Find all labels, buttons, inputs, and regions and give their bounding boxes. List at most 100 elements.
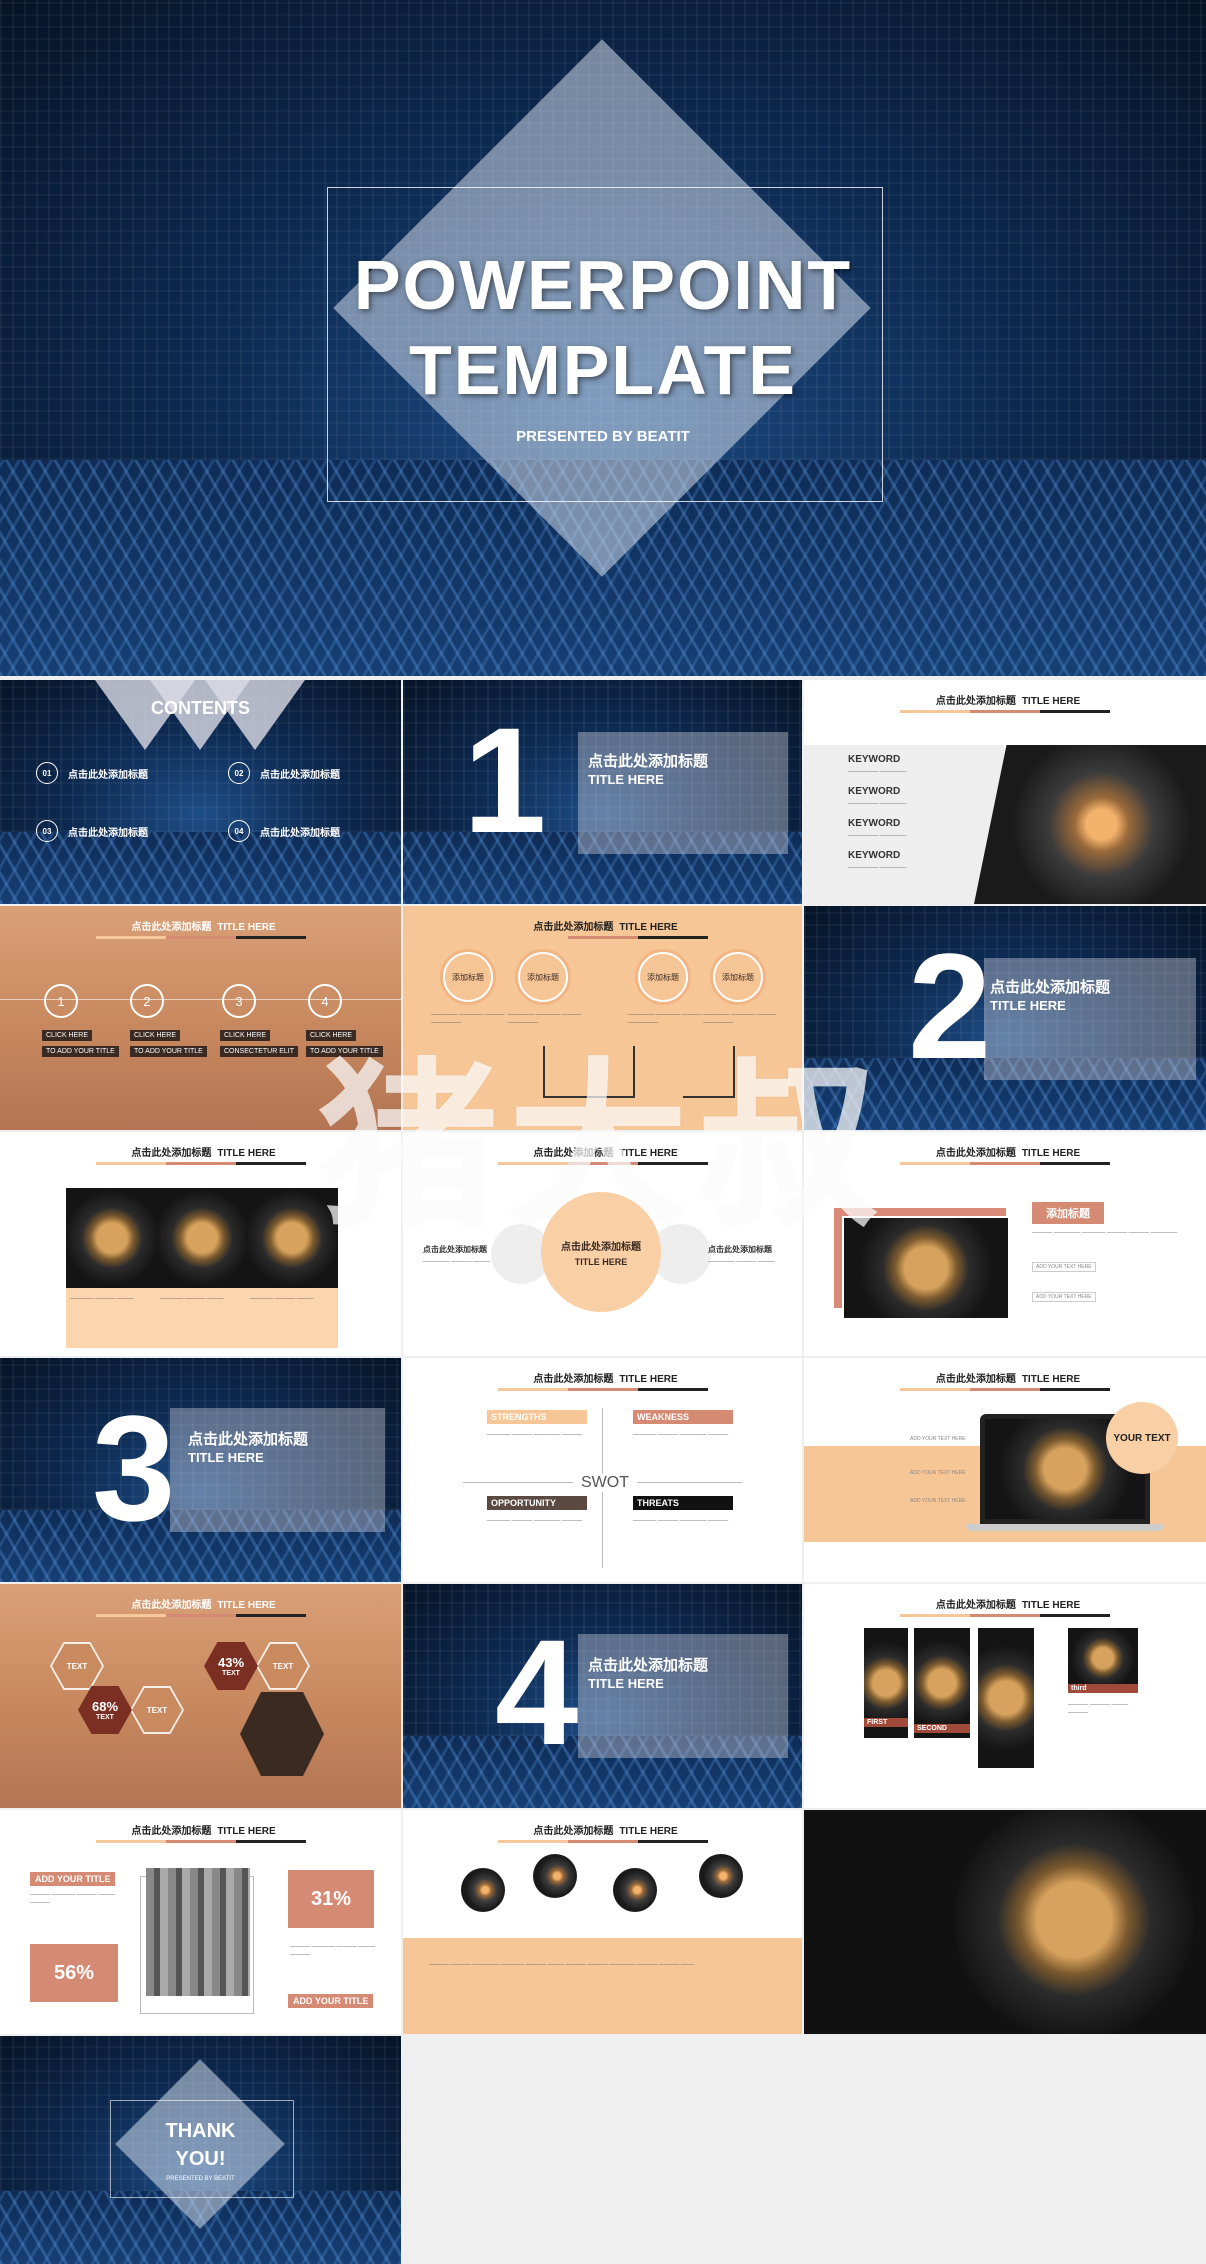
circle-badge: 添加标题	[638, 952, 688, 1002]
food-photo	[974, 745, 1206, 904]
step-click[interactable]: CLICK HERE	[130, 1030, 181, 1041]
contents-item-3[interactable]: 03 点击此处添加标题	[36, 820, 148, 842]
slide-header: 点击此处添加标题 TITLE HERE	[131, 1148, 276, 1159]
section-title-en: TITLE HERE	[990, 998, 1066, 1013]
section-number: 3	[92, 1384, 176, 1552]
slide-header: 点击此处添加标题 TITLE HERE	[131, 1600, 276, 1611]
contents-num: 01	[36, 762, 58, 784]
section-4-slide: 4 点击此处添加标题 TITLE HERE	[403, 1584, 802, 1808]
gallery-photo	[1068, 1628, 1138, 1688]
swot-threats: THREATS	[633, 1496, 733, 1510]
framed-photo	[842, 1216, 1010, 1320]
section-title-cn: 点击此处添加标题	[588, 1657, 709, 1674]
gallery-slide: 点击此处添加标题 TITLE HERE FIRST SECOND third __…	[804, 1584, 1206, 1808]
contents-item-4[interactable]: 04 点击此处添加标题	[228, 820, 340, 842]
slide-header: 点击此处添加标题 TITLE HERE	[533, 1374, 678, 1385]
step-circle: 4	[308, 984, 342, 1018]
section-title-cn: 点击此处添加标题	[188, 1431, 309, 1448]
gallery-photo	[914, 1628, 970, 1738]
section-1-slide: 1 点击此处添加标题 TITLE HERE	[403, 680, 802, 904]
stats-slide: 点击此处添加标题 TITLE HERE ADD YOUR TITLE ______…	[0, 1810, 401, 2034]
step-caption: TO ADD YOUR TITLE	[306, 1046, 383, 1057]
center-circle-slide: 点击此处添加标题 TITLE HERE 点击此处添加标题 TITLE HERE 点…	[403, 1132, 802, 1356]
timeline-slide: 点击此处添加标题 TITLE HERE ______ ______ _______…	[403, 1810, 802, 2034]
noodle-bowl-photo	[954, 1810, 1194, 2034]
timeline-photo	[533, 1854, 577, 1898]
section-title-en: TITLE HERE	[588, 772, 664, 787]
keyword-slide: 点击此处添加标题 TITLE HERE KEYWORD _________ ____…	[804, 680, 1206, 904]
slide-header: 点击此处添加标题 TITLE HERE	[935, 1374, 1081, 1385]
contents-label: 点击此处添加标题	[260, 769, 340, 781]
step-caption: CONSECTETUR ELIT	[220, 1046, 299, 1057]
slide-header: 点击此处添加标题 TITLE HERE	[533, 1148, 678, 1159]
cover-title-2: TEMPLATE	[408, 331, 797, 409]
hexagon-desc	[240, 1692, 324, 1776]
contents-num: 04	[228, 820, 250, 842]
section-title-cn: 点击此处添加标题	[588, 753, 709, 770]
section-title-cn: 点击此处添加标题	[990, 979, 1111, 996]
keyword-item: KEYWORD _________ ________	[848, 818, 907, 836]
city-photo	[146, 1868, 250, 1996]
swot-opportunity: OPPORTUNITY	[487, 1496, 587, 1510]
section-number: 1	[463, 696, 547, 864]
cover-subtitle: PRESENTED BY BEATIT	[516, 428, 690, 445]
stat-box: 31%	[288, 1870, 374, 1928]
contents-label: 点击此处添加标题	[68, 827, 148, 839]
step-caption: TO ADD YOUR TITLE	[42, 1046, 119, 1057]
framed-photo-slide: 点击此处添加标题 TITLE HERE 添加标题 ______ ________ …	[804, 1132, 1206, 1356]
step-caption: TO ADD YOUR TITLE	[130, 1046, 207, 1057]
circle-badge: 添加标题	[518, 952, 568, 1002]
slide-header: 点击此处添加标题 TITLE HERE	[131, 922, 276, 933]
step-click[interactable]: CLICK HERE	[220, 1030, 271, 1041]
thanks-sub: PRESENTED BY BEATIT	[166, 2176, 235, 2182]
cover-slide: POWERPOINT TEMPLATE PRESENTED BY BEATIT	[0, 0, 1206, 676]
slide-header: 点击此处添加标题 TITLE HERE	[533, 922, 678, 933]
photo-card: _______ ______ _____	[246, 1188, 338, 1348]
section-number: 2	[908, 922, 992, 1090]
slide-header: 点击此处添加标题 TITLE HERE	[935, 696, 1081, 707]
add-title-badge: 添加标题	[1032, 1202, 1104, 1224]
thanks-line-2: YOU!	[175, 2148, 226, 2170]
photo-card: _______ ______ _____	[156, 1188, 248, 1348]
step-click[interactable]: CLICK HERE	[306, 1030, 357, 1041]
timeline-photo	[699, 1854, 743, 1898]
gallery-photo	[978, 1628, 1034, 1768]
keyword-item: KEYWORD _________ ________	[848, 754, 907, 772]
hexagon-stat: 43% TEXT	[204, 1642, 258, 1690]
cover-title-1: POWERPOINT	[353, 246, 853, 324]
circles-slide: 点击此处添加标题 TITLE HERE 添加标题 添加标题 添加标题 添加标题 _…	[403, 906, 802, 1130]
slide-header: 点击此处添加标题 TITLE HERE	[533, 1826, 678, 1837]
contents-slide: CONTENTS 01 点击此处添加标题 02 点击此处添加标题 03 点击此处…	[0, 680, 401, 904]
thanks-line-1: THANK	[165, 2120, 236, 2142]
photo-slide	[804, 1810, 1206, 2034]
slide-header: 点击此处添加标题 TITLE HERE	[935, 1600, 1081, 1611]
slide-header: 点击此处添加标题 TITLE HERE	[935, 1148, 1081, 1159]
contents-title: CONTENTS	[151, 698, 250, 718]
keyword-item: KEYWORD _________ ________	[848, 786, 907, 804]
section-title-en: TITLE HERE	[188, 1450, 264, 1465]
swot-weakness: WEAKNESS	[633, 1410, 733, 1424]
photos-slide: 点击此处添加标题 TITLE HERE _______ ______ _____ …	[0, 1132, 401, 1356]
center-circle: 点击此处添加标题 TITLE HERE	[541, 1192, 661, 1312]
stat-box: 56%	[30, 1944, 118, 2002]
timeline-photo	[461, 1868, 505, 1912]
step-click[interactable]: CLICK HERE	[42, 1030, 93, 1041]
slide-header: 点击此处添加标题 TITLE HERE	[131, 1826, 276, 1837]
thanks-slide: THANK YOU! PRESENTED BY BEATIT	[0, 2036, 401, 2264]
contents-label: 点击此处添加标题	[260, 827, 340, 839]
contents-item-1[interactable]: 01 点击此处添加标题	[36, 762, 148, 784]
swot-slide: 点击此处添加标题 TITLE HERE SWOT STRENGTHS WEAKNE…	[403, 1358, 802, 1582]
photo-card: _______ ______ _____	[66, 1188, 158, 1348]
contents-num: 02	[228, 762, 250, 784]
contents-num: 03	[36, 820, 58, 842]
section-3-slide: 3 点击此处添加标题 TITLE HERE	[0, 1358, 401, 1582]
contents-label: 点击此处添加标题	[68, 769, 148, 781]
steps-slide: 点击此处添加标题 TITLE HERE 1 2 3 4 CLICK HERE CL…	[0, 906, 401, 1130]
hexagon-stat: 68% TEXT	[78, 1686, 132, 1734]
keyword-item: KEYWORD _________ ________	[848, 850, 907, 868]
your-text-badge: YOUR TEXT	[1106, 1402, 1178, 1474]
section-title-en: TITLE HERE	[588, 1676, 664, 1691]
contents-item-2[interactable]: 02 点击此处添加标题	[228, 762, 340, 784]
swot-strengths: STRENGTHS	[487, 1410, 587, 1424]
section-number: 4	[495, 1608, 579, 1776]
